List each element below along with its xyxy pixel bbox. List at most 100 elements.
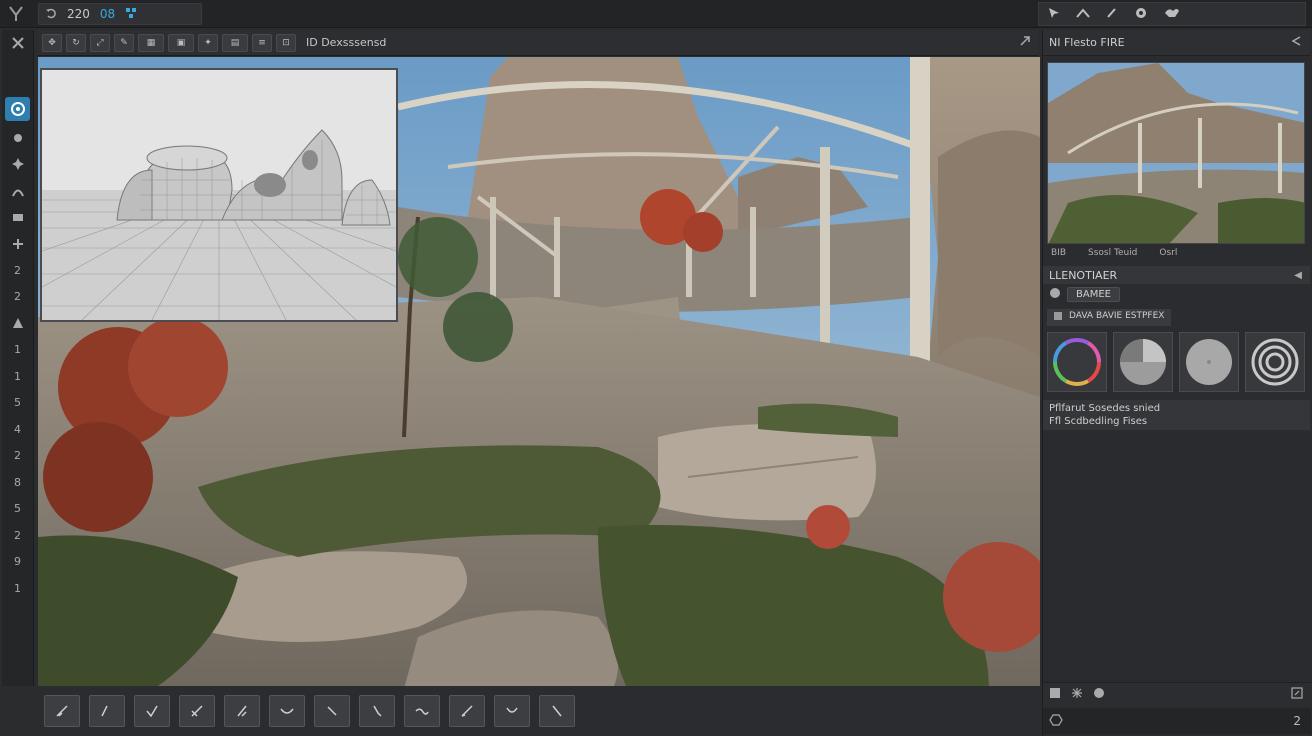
snap-icon[interactable]: ⊡ (276, 33, 296, 52)
top-bar: 220 08 (0, 0, 1312, 28)
tool-number-6[interactable]: 4 (2, 416, 33, 443)
material-row: BAMEE (1043, 284, 1310, 305)
color-wheel-icon (1053, 338, 1101, 386)
bottom-toolbar (38, 686, 1040, 736)
section-collapse-icon[interactable]: ◀ (1294, 270, 1302, 281)
frame-value: 220 (67, 7, 90, 21)
light-tool-icon[interactable] (2, 231, 33, 258)
settings-tool-icon[interactable] (2, 151, 33, 178)
pie-swatch[interactable] (1113, 332, 1173, 392)
sphere-swatch[interactable] (1179, 332, 1239, 392)
foliage-tool-icon[interactable] (2, 310, 33, 337)
top-right-toolbar (1038, 2, 1306, 26)
panel-footer (1043, 682, 1311, 706)
grid-icon[interactable]: ▤ (222, 33, 248, 52)
brush-11-icon[interactable] (494, 695, 530, 727)
rings-icon (1251, 338, 1299, 386)
cursor-icon[interactable] (1047, 6, 1061, 23)
expand-icon[interactable] (1291, 687, 1303, 702)
tool-number-9[interactable]: 5 (2, 496, 33, 523)
rings-swatch[interactable] (1245, 332, 1305, 392)
tool-number-1[interactable]: 2 (2, 257, 33, 284)
light-icon[interactable]: ✦ (198, 33, 218, 52)
camera-preview-render (1048, 63, 1304, 243)
viewport-toolbar: ✥ ↻ ⤢ ✎ ▦ ▣ ✦ ▤ ≡ ⊡ ID Dexsssensd (38, 30, 1038, 56)
scale-icon[interactable]: ⤢ (90, 33, 110, 52)
hexagon-icon[interactable] (1049, 713, 1063, 730)
color-wheel-swatch[interactable] (1047, 332, 1107, 392)
tool-number-5[interactable]: 5 (2, 390, 33, 417)
rotate-icon[interactable]: ↻ (66, 33, 86, 52)
brush-4-icon[interactable] (179, 695, 215, 727)
preview-label-2: Ssosl Teuid (1088, 248, 1138, 258)
pie-icon (1120, 339, 1166, 385)
material-swatches (1043, 326, 1310, 398)
info-icon[interactable] (1093, 687, 1105, 702)
undo-icon[interactable] (45, 7, 57, 22)
tool-number-7[interactable]: 2 (2, 443, 33, 470)
network-icon[interactable] (125, 7, 137, 22)
tool-number-4[interactable]: 1 (2, 363, 33, 390)
pen-icon[interactable] (1105, 6, 1119, 23)
sculpt-tool-icon[interactable] (2, 178, 33, 205)
tool-number-8[interactable]: 8 (2, 469, 33, 496)
status-number: 2 (1293, 714, 1301, 728)
brush-8-icon[interactable] (359, 695, 395, 727)
properties-line-2: Ffl Scdbedling Fises (1049, 416, 1148, 427)
panel-title: NI Flesto FIRE (1049, 36, 1125, 49)
camera-icon[interactable]: ▣ (168, 33, 194, 52)
brush-1-icon[interactable] (44, 695, 80, 727)
tool-number-10[interactable]: 2 (2, 522, 33, 549)
tool-number-3[interactable]: 1 (2, 337, 33, 364)
preview-label-1: BIB (1051, 248, 1067, 258)
move-icon[interactable]: ✥ (42, 33, 62, 52)
brush-6-icon[interactable] (269, 695, 305, 727)
sparkle-icon[interactable] (1071, 687, 1083, 702)
sphere-icon (1186, 339, 1232, 385)
bird-icon[interactable] (1163, 5, 1181, 24)
viewport-title: ID Dexsssensd (306, 36, 387, 49)
brush-10-icon[interactable] (449, 695, 485, 727)
editor-window: 220 08 2 2 1 1 5 4 2 8 5 2 9 1 ✥ ↻ ⤢ ✎ ▦… (0, 0, 1312, 736)
camera-tool-icon[interactable] (2, 204, 33, 231)
brush-9-icon[interactable] (404, 695, 440, 727)
tools-icon[interactable] (2, 30, 33, 57)
dropdown-icon (1053, 311, 1063, 324)
tool-number-2[interactable]: 2 (2, 284, 33, 311)
logo-icon[interactable] (6, 4, 26, 24)
preview-labels: BIB Ssosl Teuid Osrl (1043, 244, 1310, 262)
arrow-up-icon[interactable] (1075, 6, 1091, 23)
globe-icon[interactable] (1133, 5, 1149, 24)
brush-icon[interactable]: ✎ (114, 33, 134, 52)
left-toolbar: 2 2 1 1 5 4 2 8 5 2 9 1 (2, 30, 34, 686)
maximize-icon[interactable] (1018, 34, 1032, 51)
select-tool-icon[interactable] (5, 96, 30, 121)
properties-text: Pflfarut Sosedes snied Ffl Scdbedling Fi… (1043, 400, 1310, 430)
section-title: LLENOTIAER (1049, 268, 1118, 282)
brush-2-icon[interactable] (89, 695, 125, 727)
material-button[interactable]: BAMEE (1067, 287, 1120, 302)
wireframe-preview[interactable] (40, 68, 398, 322)
paint-tool-icon[interactable] (2, 125, 33, 152)
align-icon[interactable]: ≡ (252, 33, 272, 52)
section-header[interactable]: LLENOTIAER ◀ (1043, 266, 1310, 284)
mesh-icon[interactable]: ▦ (138, 33, 164, 52)
material-icon (1049, 287, 1061, 302)
preview-label-3: Osrl (1159, 248, 1178, 258)
wireframe-render (42, 70, 396, 320)
image-icon[interactable] (1049, 687, 1061, 702)
tool-number-11[interactable]: 9 (2, 549, 33, 576)
brush-7-icon[interactable] (314, 695, 350, 727)
material-dropdown[interactable]: DAVA BAVIE ESTPFEX (1047, 309, 1171, 326)
tool-number-12[interactable]: 1 (2, 575, 33, 602)
properties-line-1: Pflfarut Sosedes snied (1049, 403, 1161, 414)
right-panel: NI Flesto FIRE BIB Ssosl Teuid Osrl LLEN… (1042, 30, 1311, 736)
collapse-icon[interactable] (1290, 35, 1302, 50)
camera-preview[interactable] (1047, 62, 1305, 244)
panel-header: NI Flesto FIRE (1043, 30, 1310, 56)
brush-5-icon[interactable] (224, 695, 260, 727)
properties-area (1043, 432, 1311, 682)
brush-3-icon[interactable] (134, 695, 170, 727)
frame-counter[interactable]: 220 08 (38, 3, 202, 25)
brush-12-icon[interactable] (539, 695, 575, 727)
